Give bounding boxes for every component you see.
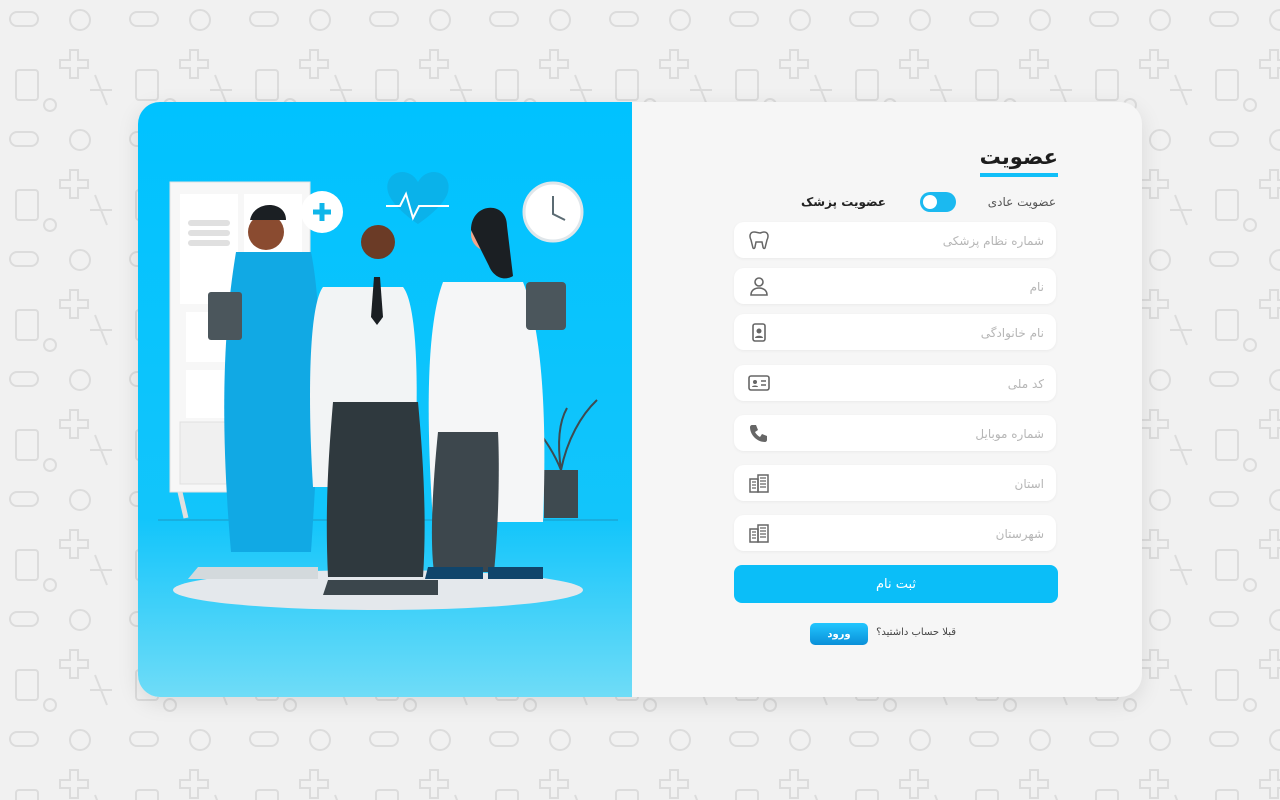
national-code-input[interactable] [782,365,1046,403]
national-code-field [734,365,1056,403]
toggle-knob [923,195,937,209]
first-name-field [734,268,1056,306]
user-icon [750,277,768,296]
register-button[interactable]: ثبت نام [734,565,1058,603]
province-input[interactable] [782,465,1046,503]
membership-regular-label: عضویت عادی [987,195,1056,209]
membership-type-toggle[interactable] [920,192,956,212]
id-card-icon [748,375,770,391]
login-question: قبلا حساب داشتید؟ [876,627,956,638]
mobile-number-field [734,415,1056,453]
phone-icon [750,425,767,442]
mobile-number-input[interactable] [782,415,1046,453]
tooth-icon [749,231,769,250]
signup-form: عضویت عضویت عادی عضویت پزشک شماره نظام پ… [632,102,1142,697]
building-icon [749,524,769,543]
doctors-illustration-panel [138,102,632,697]
membership-type-row: عضویت عادی عضویت پزشک [801,190,1056,216]
province-field [734,465,1056,503]
id-badge-icon [752,323,766,342]
page-title: عضویت [979,144,1058,177]
login-button[interactable]: ورود [810,623,868,645]
first-name-input[interactable] [782,268,1046,306]
last-name-input[interactable] [782,314,1046,352]
membership-doctor-label: عضویت پزشک [801,195,886,209]
medical-council-number-input[interactable] [782,222,1046,260]
city-input[interactable] [782,515,1046,553]
last-name-field [734,314,1056,352]
doctors-illustration [158,171,618,610]
medical-council-number-field [734,222,1056,260]
city-field [734,515,1056,553]
building-icon [749,474,769,493]
signup-card: عضویت عضویت عادی عضویت پزشک شماره نظام پ… [138,102,1142,697]
